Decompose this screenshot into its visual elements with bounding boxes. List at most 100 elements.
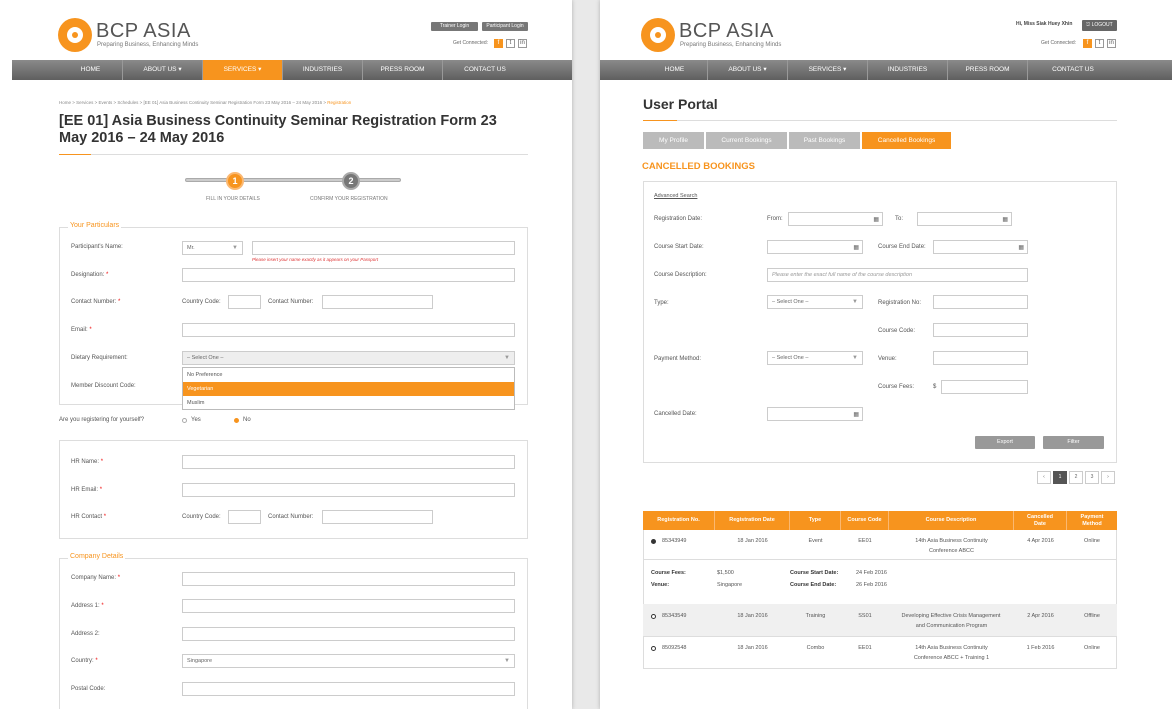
participant-login-button[interactable]: Participant Login: [482, 22, 528, 31]
country-code-input[interactable]: [228, 295, 261, 309]
course-description-input[interactable]: Please enter the exact full name of the …: [767, 268, 1028, 282]
dietary-option[interactable]: Muslim: [183, 396, 514, 410]
tab-cancelled-bookings[interactable]: Cancelled Bookings: [862, 132, 951, 149]
nav-services[interactable]: SERVICES ▾: [788, 60, 868, 80]
trainer-login-button[interactable]: Trainer Login: [431, 22, 478, 31]
pagination-next[interactable]: ›: [1101, 471, 1115, 484]
tab-past-bookings[interactable]: Past Bookings: [789, 132, 860, 149]
pagination-page-1[interactable]: 1: [1053, 471, 1067, 484]
course-start-input[interactable]: ▦: [767, 240, 863, 254]
advanced-search-link[interactable]: Advanced Search: [654, 193, 697, 199]
address2-input[interactable]: [182, 627, 515, 641]
pagination-prev[interactable]: ‹: [1037, 471, 1051, 484]
main-nav: HOME ABOUT US ▾ SERVICES ▾ INDUSTRIES PR…: [600, 60, 1172, 80]
address1-input[interactable]: [182, 599, 515, 613]
type-select[interactable]: – Select One – ▼: [767, 295, 863, 309]
nav-press-room[interactable]: PRESS ROOM: [363, 60, 443, 80]
pagination-page-2[interactable]: 2: [1069, 471, 1083, 484]
reg-date-to-input[interactable]: ▦: [917, 212, 1012, 226]
course-code-input[interactable]: [933, 323, 1028, 337]
nav-about-us[interactable]: ABOUT US ▾: [123, 60, 203, 80]
calendar-icon[interactable]: ▦: [873, 214, 879, 226]
country-select[interactable]: Singapore ▼: [182, 654, 515, 668]
venue-input[interactable]: [933, 351, 1028, 365]
bcp-logo-icon[interactable]: [58, 18, 92, 52]
row-divider: [643, 559, 1117, 560]
self-registration-question: Are you registering for yourself?: [59, 417, 145, 423]
yes-radio[interactable]: [182, 418, 187, 423]
user-greeting: Hi, Miss Siak Huey Xhin: [1016, 21, 1073, 27]
export-button[interactable]: Export: [975, 436, 1035, 449]
brand-name[interactable]: BCP ASIA: [679, 20, 774, 43]
nav-press-room[interactable]: PRESS ROOM: [948, 60, 1028, 80]
registration-no-input[interactable]: [933, 295, 1028, 309]
calendar-icon[interactable]: ▦: [853, 242, 859, 254]
tab-current-bookings[interactable]: Current Bookings: [706, 132, 787, 149]
detail-end-label: Course End Date:: [790, 582, 837, 588]
contact-number-input[interactable]: [322, 295, 433, 309]
salutation-select[interactable]: Mr. ▼: [182, 241, 243, 255]
nav-contact-us[interactable]: CONTACT US: [443, 60, 527, 80]
filter-button[interactable]: Filter: [1043, 436, 1104, 449]
email-input[interactable]: [182, 323, 515, 337]
course-fees-label: Course Fees:: [878, 384, 915, 390]
breadcrumb: Home > Services > Events > Schedules > […: [59, 100, 351, 105]
hr-email-input[interactable]: [182, 483, 515, 497]
logout-button[interactable]: ⎋ LOGOUT: [1082, 20, 1117, 31]
hr-contact-number-input[interactable]: [322, 510, 433, 524]
dietary-select[interactable]: – Select One – ▼: [182, 351, 515, 365]
calendar-icon[interactable]: ▦: [1018, 242, 1024, 254]
detail-end-value: 26 Feb 2016: [856, 582, 887, 588]
payment-method-select[interactable]: – Select One – ▼: [767, 351, 863, 365]
calendar-icon[interactable]: ▦: [1002, 214, 1008, 226]
facebook-icon[interactable]: f: [494, 39, 503, 48]
calendar-icon[interactable]: ▦: [853, 409, 859, 421]
designation-input[interactable]: [182, 268, 515, 282]
cell-cancelled-date: 1 Feb 2016: [1026, 645, 1055, 651]
pagination-page-3[interactable]: 3: [1085, 471, 1099, 484]
dietary-option-selected[interactable]: Vegetarian: [183, 382, 514, 396]
course-fees-input[interactable]: [941, 380, 1028, 394]
cell-payment-method: Online: [1084, 538, 1100, 544]
hr-name-input[interactable]: [182, 455, 515, 469]
expand-icon[interactable]: [651, 646, 656, 651]
email-label: Email: *: [71, 327, 92, 333]
postal-code-input[interactable]: [182, 682, 515, 696]
breadcrumb-path[interactable]: Home > Services > Events > Schedules > […: [59, 100, 326, 105]
cancelled-date-label: Cancelled Date:: [654, 411, 697, 417]
nav-home[interactable]: HOME: [59, 60, 123, 80]
participant-name-input[interactable]: [252, 241, 515, 255]
divider: [59, 154, 528, 155]
collapse-icon[interactable]: [651, 539, 656, 544]
dietary-option[interactable]: No Preference: [183, 368, 514, 382]
brand-name[interactable]: BCP ASIA: [96, 20, 191, 43]
nav-about-us-label: ABOUT US: [728, 66, 762, 73]
linkedin-icon[interactable]: in: [518, 39, 527, 48]
tab-my-profile[interactable]: My Profile: [643, 132, 704, 149]
nav-industries[interactable]: INDUSTRIES: [283, 60, 363, 80]
cell-registration-no: 85343949: [662, 538, 687, 544]
company-name-input[interactable]: [182, 572, 515, 586]
bcp-logo-icon[interactable]: [641, 18, 675, 52]
twitter-icon[interactable]: t: [1095, 39, 1104, 48]
cancelled-date-input[interactable]: ▦: [767, 407, 863, 421]
twitter-icon[interactable]: t: [506, 39, 515, 48]
course-end-input[interactable]: ▦: [933, 240, 1028, 254]
nav-industries[interactable]: INDUSTRIES: [868, 60, 948, 80]
required-mark: *: [100, 459, 104, 465]
no-radio[interactable]: [234, 418, 239, 423]
linkedin-icon[interactable]: in: [1107, 39, 1116, 48]
hr-country-code-input[interactable]: [228, 510, 261, 524]
nav-services[interactable]: SERVICES ▾: [203, 60, 283, 80]
expand-icon[interactable]: [651, 614, 656, 619]
nav-contact-us[interactable]: CONTACT US: [1028, 60, 1118, 80]
course-description-label: Course Description:: [654, 272, 707, 278]
cell-registration-no: 85092548: [662, 645, 687, 651]
nav-home[interactable]: HOME: [642, 60, 708, 80]
reg-date-from-input[interactable]: ▦: [788, 212, 883, 226]
chevron-down-icon: ▼: [504, 658, 510, 664]
hr-contact-number-label: Contact Number:: [268, 514, 314, 520]
logout-icon: ⎋: [1086, 22, 1091, 28]
nav-about-us[interactable]: ABOUT US ▾: [708, 60, 788, 80]
facebook-icon[interactable]: f: [1083, 39, 1092, 48]
